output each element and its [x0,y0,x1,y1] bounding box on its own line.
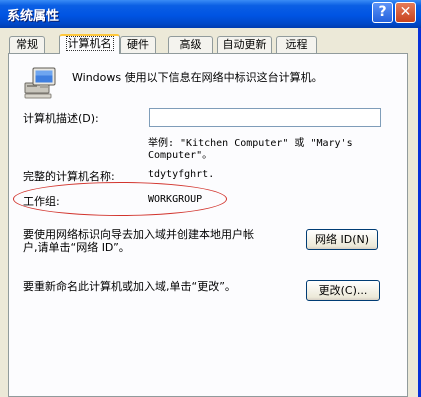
workgroup-value: WORKGROUP [148,194,203,205]
close-button[interactable]: ✕ [395,2,416,23]
help-button[interactable]: ? [372,2,393,23]
example-text-line2: Computer"。 [148,150,213,161]
rename-text: 要重新命名此计算机或加入域,单击“更改”。 [23,280,236,293]
tab-hardware[interactable]: 硬件 [120,36,156,53]
tab-general[interactable]: 常规 [9,36,45,53]
tab-automatic-updates[interactable]: 自动更新 [217,36,272,53]
workgroup-label: 工作组: [23,195,60,208]
computer-name-panel: Windows 使用以下信息在网络中标识这台计算机。 计算机描述(D): 举例:… [8,53,408,397]
computer-description-label: 计算机描述(D): [23,112,99,125]
window-title: 系统属性 [7,9,60,24]
title-bar[interactable]: 系统属性 ? ✕ [0,0,421,28]
tab-strip: 常规 计算机名 硬件 高级 自动更新 远程 [8,34,408,54]
tab-remote[interactable]: 远程 [276,36,317,53]
computer-icon [24,67,56,99]
change-button[interactable]: 更改(C)... [306,280,380,301]
tab-advanced[interactable]: 高级 [168,36,213,53]
tab-computer-name[interactable]: 计算机名 [59,34,120,54]
system-properties-window: 系统属性 ? ✕ 常规 计算机名 硬件 高级 自动更新 远程 Windows 使… [0,0,421,397]
intro-text: Windows 使用以下信息在网络中标识这台计算机。 [72,71,323,84]
network-id-button[interactable]: 网络 ID(N) [306,229,378,250]
full-computer-name-value: tdytyfghrt. [148,169,215,180]
network-id-text-line2: 户,请单击“网络 ID”。 [23,241,130,254]
computer-description-input[interactable] [149,108,381,127]
